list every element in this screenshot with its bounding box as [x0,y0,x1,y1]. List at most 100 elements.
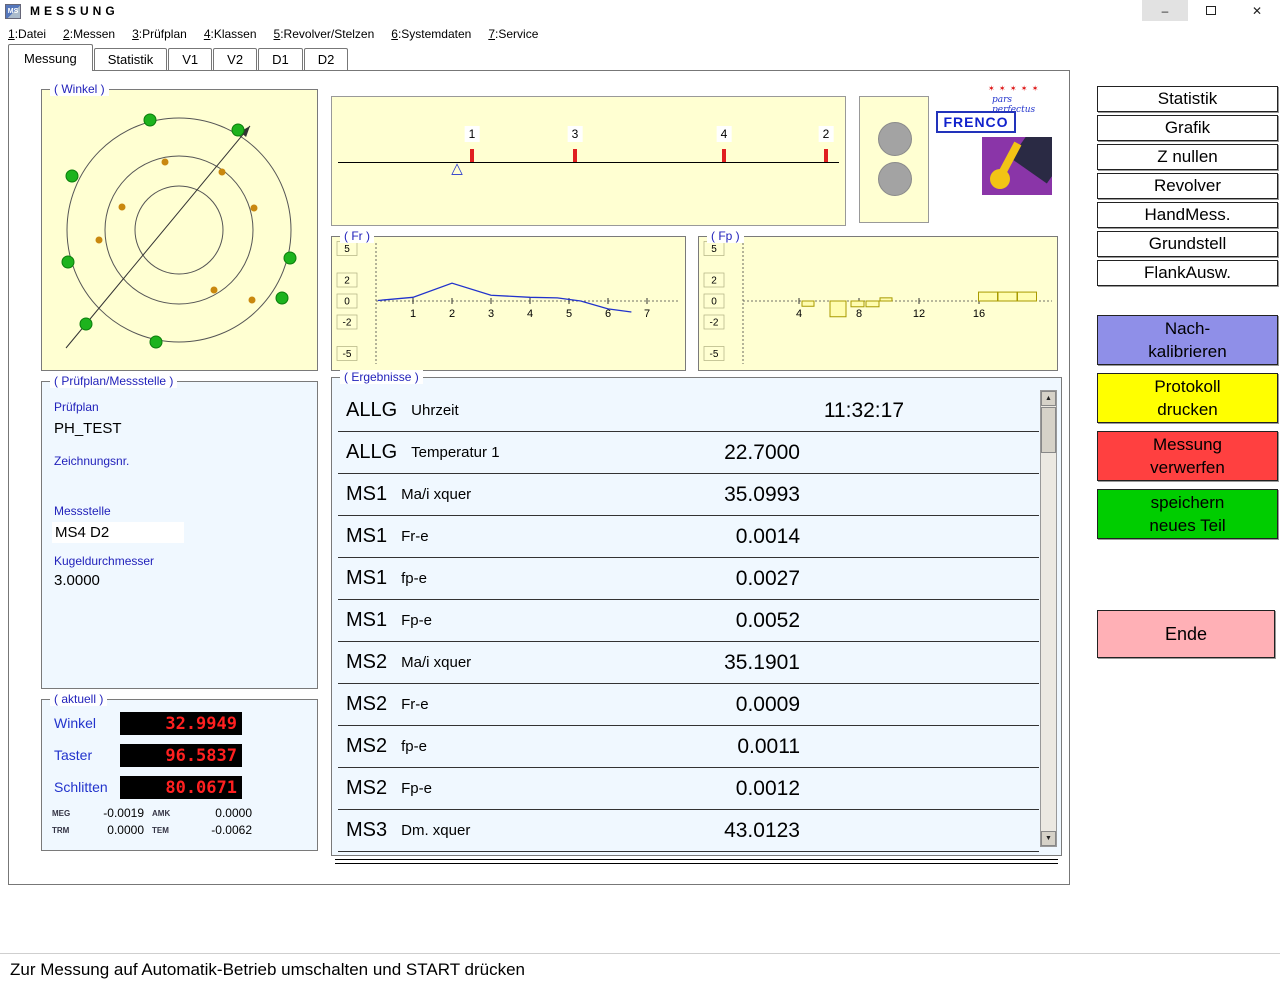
results-bottom-rule [335,859,1058,864]
result-row[interactable]: ALLGUhrzeit11:32:17 [338,390,1039,432]
scroll-thumb[interactable] [1041,407,1056,453]
result-row[interactable]: MS1fp-e0.0027 [338,558,1039,600]
tab-d2[interactable]: D2 [304,48,349,71]
tab-statistik[interactable]: Statistik [94,48,168,71]
axis-row-schlitten: Schlitten80.0671 [54,776,307,800]
menu-item-systemdaten[interactable]: 6:Systemdaten [391,27,471,41]
svg-text:3: 3 [488,308,494,320]
maximize-button[interactable] [1188,0,1234,21]
result-name: Fr-e [401,696,429,713]
scroll-up-button[interactable]: ▲ [1041,391,1056,406]
svg-text:0: 0 [344,297,350,308]
menu-item-messen[interactable]: 2:Messen [63,27,115,41]
axis-label: Winkel [54,715,96,731]
result-row[interactable]: MS2Fr-e0.0009 [338,684,1039,726]
protokoll-drucken-button[interactable]: Protokolldrucken [1097,373,1278,423]
button-line: Protokoll [1154,375,1220,398]
zeichnungsnr-label: Zeichnungsnr. [54,454,129,468]
tab-messung[interactable]: Messung [8,44,93,71]
status-bar: Zur Messung auf Automatik-Betrieb umscha… [0,953,1280,984]
result-row[interactable]: ALLGTemperatur 122.7000 [338,432,1039,474]
statistik-button[interactable]: Statistik [1097,86,1278,112]
menu-bar: 1:Datei 2:Messen 3:Prüfplan 4:Klassen 5:Revo… [8,25,538,43]
mini-label: AMK [152,809,184,818]
button-line: verwerfen [1150,456,1225,479]
menu-item-klassen[interactable]: 4:Klassen [204,27,257,41]
axis-row-winkel: Winkel32.9949 [54,712,307,736]
result-name: Ma/i xquer [401,486,471,503]
ende-button[interactable]: Ende [1097,610,1275,658]
close-button[interactable]: ✕ [1234,0,1280,21]
fr-chart: 520-2-51234567 [332,237,685,370]
menu-item-revolverstelzen[interactable]: 5:Revolver/Stelzen [274,27,375,41]
scroll-down-button[interactable]: ▼ [1041,831,1056,846]
result-row[interactable]: MS1Fr-e0.0014 [338,516,1039,558]
result-prefix: MS1 [346,525,387,548]
result-value: 22.7000 [724,441,800,465]
result-value: 35.1901 [724,651,800,675]
result-prefix: MS3 [346,819,387,842]
button-line: drucken [1157,398,1217,421]
tab-v1[interactable]: V1 [168,48,212,71]
position-tick-mark [573,149,577,162]
main-panel: ( Winkel ) △ 1342 ✶ ✶ ✶ ✶ ✶ pars perfect… [8,70,1070,885]
nach-kalibrieren-button[interactable]: Nach-kalibrieren [1097,315,1278,365]
button-line: kalibrieren [1148,340,1226,363]
handmess-button[interactable]: HandMess. [1097,202,1278,228]
z-nullen-button[interactable]: Z nullen [1097,144,1278,170]
flankausw-button[interactable]: FlankAusw. [1097,260,1278,286]
result-row[interactable]: MS2Ma/i xquer35.1901 [338,642,1039,684]
aktuell-mini: MEG-0.0019AMK0.0000TRM0.0000TEM-0.0062 [52,806,302,837]
result-prefix: MS2 [346,693,387,716]
kugeldurchmesser-value: 3.0000 [54,572,100,589]
revolver-button[interactable]: Revolver [1097,173,1278,199]
menu-item-datei[interactable]: 1:Datei [8,27,46,41]
messung-verwerfen-button[interactable]: Messungverwerfen [1097,431,1278,481]
menu-item-prfplan[interactable]: 3:Prüfplan [132,27,187,41]
grafik-button[interactable]: Grafik [1097,115,1278,141]
button-line: Messung [1153,433,1222,456]
result-name: Ma/i xquer [401,654,471,671]
svg-text:8: 8 [856,308,862,320]
result-row[interactable]: MS1Fp-e0.0052 [338,600,1039,642]
position-axis-line [338,162,839,163]
minimize-button[interactable]: – [1142,0,1188,21]
grundstell-button[interactable]: Grundstell [1097,231,1278,257]
pruefplan-legend: ( Prüfplan/Messstelle ) [50,374,177,388]
result-row[interactable]: MS3Dm. xquer43.0123 [338,810,1039,852]
position-tick-mark [722,149,726,162]
svg-text:12: 12 [913,308,925,320]
result-prefix: MS1 [346,483,387,506]
svg-text:0: 0 [711,297,717,308]
plain-buttons: Statistik Grafik Z nullen Revolver HandMess.… [1097,86,1278,286]
mini-label: TEM [152,826,184,835]
fr-chart-group: ( Fr ) 520-2-51234567 [331,236,686,371]
window-title: MESSUNG [30,4,119,18]
position-tick-label: 2 [819,126,834,142]
tab-bar: MessungStatistikV1V2D1D2 [8,44,349,71]
result-name: Fr-e [401,528,429,545]
fp-legend: ( Fp ) [707,229,744,243]
result-value: 43.0123 [724,819,800,843]
results-scrollbar[interactable]: ▲ ▼ [1040,390,1057,847]
menu-item-service[interactable]: 7:Service [488,27,538,41]
result-row[interactable]: MS1 Ma/i xquer 35.0993 [338,474,1039,516]
axis-row-taster: Taster96.5837 [54,744,307,768]
result-prefix: MS2 [346,735,387,758]
result-value: 0.0012 [736,777,800,801]
fr-legend: ( Fr ) [340,229,374,243]
result-row[interactable]: MS2fp-e0.0011 [338,726,1039,768]
svg-text:2: 2 [711,276,717,287]
result-value: 35.0993 [724,483,800,507]
svg-text:1: 1 [410,308,416,320]
svg-text:2: 2 [449,308,455,320]
messstelle-input[interactable] [52,522,184,543]
tab-v2[interactable]: V2 [213,48,257,71]
result-name: Uhrzeit [411,402,459,419]
result-row[interactable]: MS2Fp-e0.0012 [338,768,1039,810]
svg-text:16: 16 [973,308,985,320]
speichern-neues-teil-button[interactable]: speichernneues Teil [1097,489,1278,539]
logo-art [982,137,1052,195]
pruefplan-value: PH_TEST [54,420,122,437]
tab-d1[interactable]: D1 [258,48,303,71]
